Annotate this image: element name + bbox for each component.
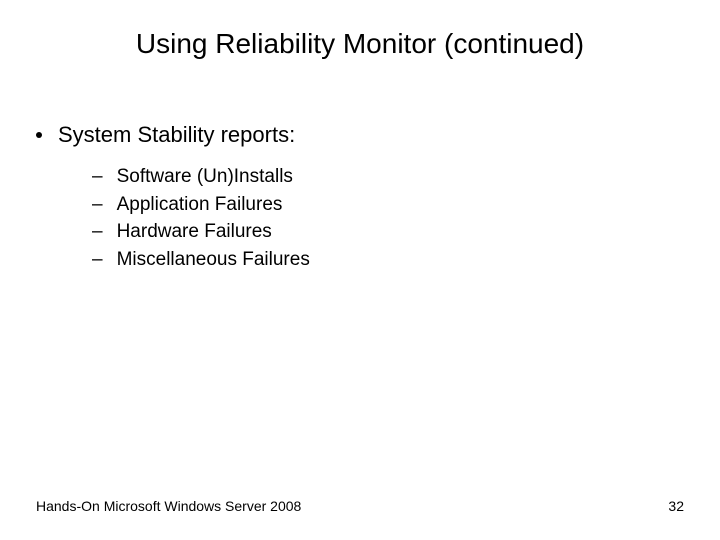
footer-left-text: Hands-On Microsoft Windows Server 2008 — [36, 498, 301, 514]
content-area: System Stability reports: – Software (Un… — [0, 60, 720, 273]
bullet-dot-icon — [36, 132, 42, 138]
dash-icon: – — [92, 247, 103, 273]
dash-icon: – — [92, 192, 103, 218]
sub-bullet-list: – Software (Un)Installs – Application Fa… — [36, 164, 720, 273]
dash-icon: – — [92, 164, 103, 190]
sub-bullet-item: – Miscellaneous Failures — [92, 247, 720, 273]
sub-bullet-item: – Hardware Failures — [92, 219, 720, 245]
sub-bullet-item: – Application Failures — [92, 192, 720, 218]
footer: Hands-On Microsoft Windows Server 2008 3… — [36, 498, 684, 514]
sub-bullet-item: – Software (Un)Installs — [92, 164, 720, 190]
sub-bullet-text: Miscellaneous Failures — [117, 247, 310, 273]
page-number: 32 — [668, 498, 684, 514]
sub-bullet-text: Software (Un)Installs — [117, 164, 293, 190]
sub-bullet-text: Hardware Failures — [117, 219, 272, 245]
slide-title: Using Reliability Monitor (continued) — [0, 0, 720, 60]
dash-icon: – — [92, 219, 103, 245]
bullet-level-1: System Stability reports: — [36, 122, 720, 148]
bullet-text: System Stability reports: — [58, 122, 295, 148]
sub-bullet-text: Application Failures — [117, 192, 283, 218]
